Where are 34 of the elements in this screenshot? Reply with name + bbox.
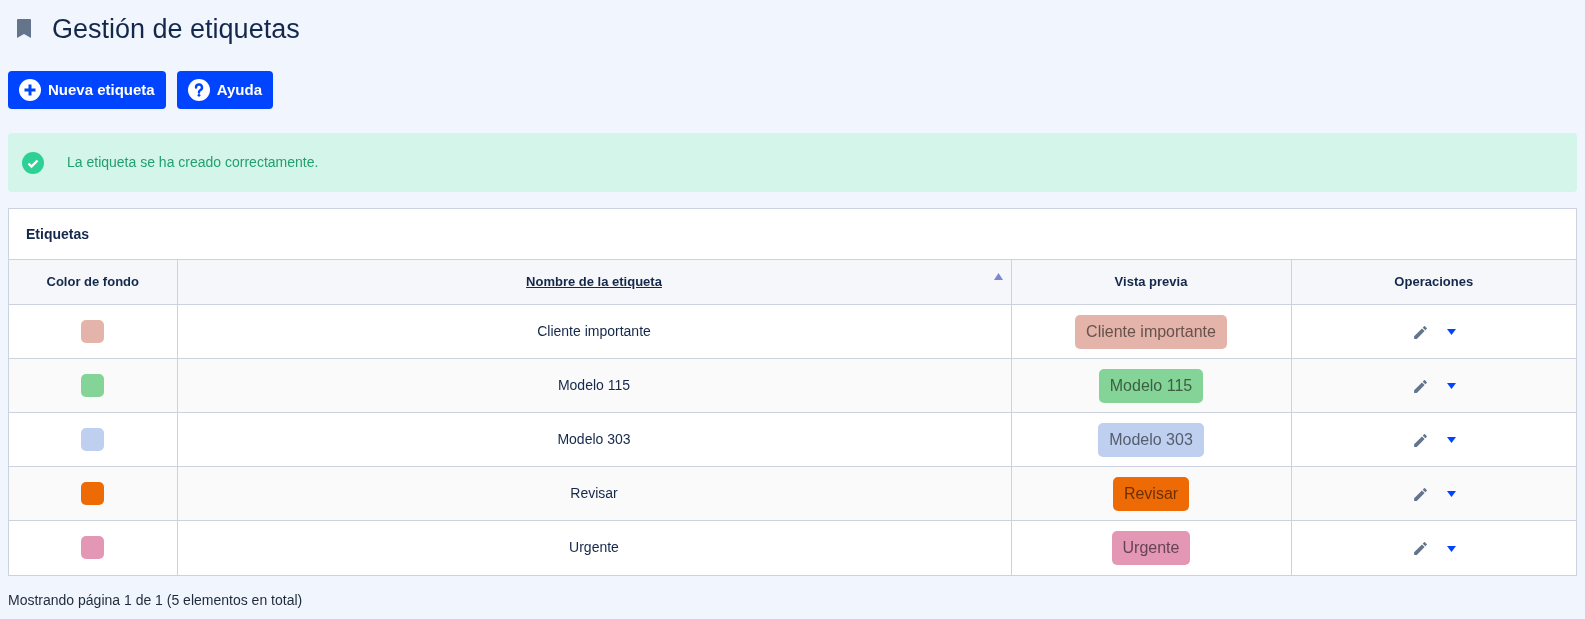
- column-header[interactable]: Nombre de la etiqueta: [177, 259, 1011, 305]
- column-header: Vista previa: [1011, 259, 1291, 305]
- edit-pencil-icon[interactable]: [1411, 377, 1429, 395]
- pagination-info: Mostrando página 1 de 1 (5 elementos en total): [8, 590, 304, 610]
- page-title: Gestión de etiquetas: [52, 12, 300, 46]
- caret-down-icon[interactable]: [1446, 491, 1456, 498]
- tag-preview: Cliente importante: [1075, 314, 1227, 349]
- edit-pencil-icon[interactable]: [1411, 431, 1429, 449]
- help-icon: [187, 79, 210, 101]
- edit-pencil-icon[interactable]: [1411, 540, 1429, 558]
- tag-name-cell: Urgente: [177, 520, 1011, 575]
- edit-pencil-icon[interactable]: [1411, 485, 1429, 503]
- help-button[interactable]: Ayuda: [176, 71, 273, 109]
- tag-preview: Modelo 303: [1098, 422, 1204, 457]
- check-circle-icon: [22, 151, 44, 174]
- edit-pencil-icon[interactable]: [1411, 323, 1429, 341]
- tag-preview: Urgente: [1111, 530, 1191, 565]
- tag-name-cell: Revisar: [177, 466, 1011, 521]
- caret-down-icon[interactable]: [1446, 545, 1456, 552]
- panel-title: Etiquetas: [25, 224, 90, 244]
- column-header: Operaciones: [1291, 259, 1576, 305]
- new-tag-button[interactable]: Nueva etiqueta: [8, 71, 166, 109]
- tag-preview: Revisar: [1112, 476, 1190, 511]
- bookmark-icon: [16, 19, 32, 39]
- tag-preview: Modelo 115: [1098, 368, 1204, 403]
- tag-name-cell: Modelo 303: [177, 412, 1011, 467]
- tag-name-cell: Modelo 115: [177, 358, 1011, 413]
- plus-icon: [19, 79, 41, 101]
- tag-name-cell: Cliente importante: [177, 304, 1011, 359]
- caret-down-icon[interactable]: [1446, 383, 1456, 390]
- alert-message: La etiqueta se ha creado correctamente.: [67, 153, 319, 172]
- caret-down-icon[interactable]: [1446, 437, 1456, 444]
- caret-down-icon[interactable]: [1446, 329, 1456, 336]
- column-header: Color de fondo: [9, 259, 177, 305]
